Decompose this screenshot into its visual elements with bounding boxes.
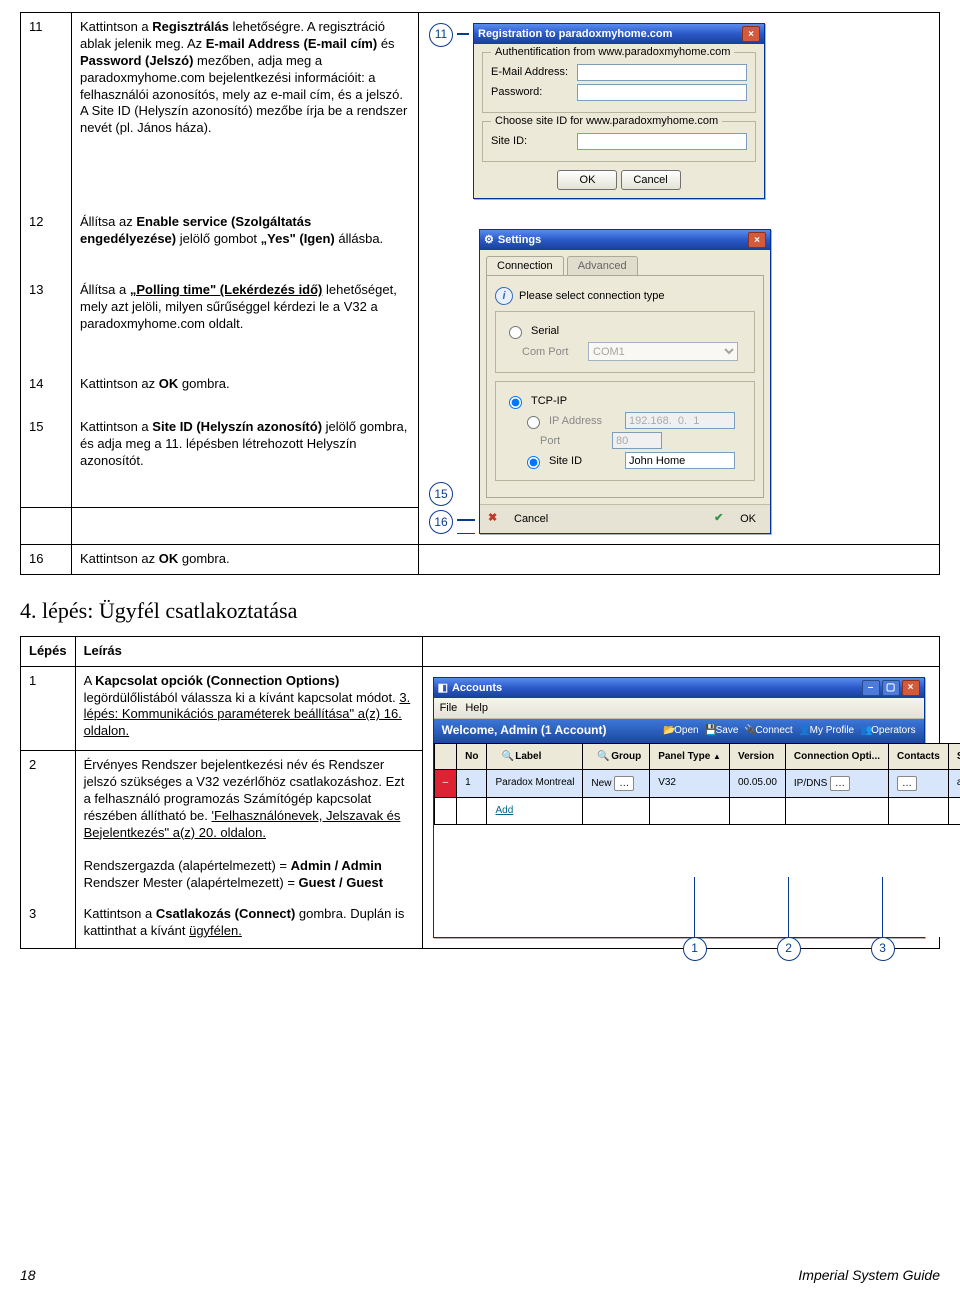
step-num: 16 (21, 545, 72, 575)
table-row-add[interactable]: Add (434, 797, 960, 824)
step-num: 14 (21, 370, 72, 413)
step-num: 15 (21, 413, 72, 507)
step-desc: Kattintson az OK gombra. (72, 370, 419, 413)
email-label: E-Mail Address: (491, 65, 571, 79)
callout-11: 11 (429, 23, 453, 47)
ip-field (625, 412, 735, 429)
minimize-icon[interactable]: – (862, 680, 880, 696)
step-num: 13 (21, 276, 72, 370)
open-icon: 📂 (663, 724, 674, 737)
step-desc: Kattintson az OK gombra. (72, 545, 419, 575)
footer-title: Imperial System Guide (798, 1266, 940, 1284)
col-desc: Leírás (75, 636, 422, 666)
callout-2: 2 (777, 937, 801, 961)
step-num: 1 (21, 666, 76, 750)
siteid-input[interactable] (625, 452, 735, 469)
save-icon: 💾 (705, 724, 716, 737)
connect-button[interactable]: 🔌Connect (744, 724, 792, 737)
menu-file[interactable]: File (440, 701, 458, 715)
settings-window: ⚙ Settings × Connection Advanced i (479, 229, 771, 534)
step-desc: A Kapcsolat opciók (Connection Options) … (75, 666, 422, 750)
step-desc-extra: Rendszergazda (alapértelmezett) = Admin … (75, 852, 422, 900)
siteid-field[interactable] (577, 133, 747, 150)
connect-icon: 🔌 (744, 724, 755, 737)
steps-table-b: Lépés Leírás 1 A Kapcsolat opciók (Conne… (20, 636, 940, 949)
step-num: 3 (21, 900, 76, 948)
callout-15: 15 (429, 482, 453, 506)
profile-icon: 👤 (799, 724, 810, 737)
col-step: Lépés (21, 636, 76, 666)
serial-radio[interactable] (509, 326, 522, 339)
page-number: 18 (20, 1266, 36, 1284)
email-field[interactable] (577, 64, 747, 81)
cancel-button[interactable]: Cancel (508, 509, 554, 529)
tcpip-radio[interactable] (509, 396, 522, 409)
section-title: 4. lépés: Ügyfél csatlakoztatása (20, 597, 940, 626)
ok-icon: ✔ (714, 511, 730, 527)
close-icon[interactable]: × (742, 26, 760, 42)
port-field (612, 432, 662, 449)
cancel-icon: ✖ (488, 511, 504, 527)
dropdown-icon[interactable]: … (897, 776, 917, 791)
cancel-button[interactable]: Cancel (621, 170, 681, 190)
password-field[interactable] (577, 84, 747, 101)
window-title: Accounts (452, 681, 502, 695)
close-icon[interactable]: × (902, 680, 920, 696)
ok-button[interactable]: OK (557, 170, 617, 190)
app-icon: ◧ (438, 681, 448, 695)
info-icon: i (495, 287, 513, 305)
password-label: Password: (491, 85, 571, 99)
gear-icon: ⚙ (484, 233, 494, 247)
step-desc: Állítsa az Enable service (Szolgáltatás … (72, 208, 419, 276)
tab-connection[interactable]: Connection (486, 256, 564, 275)
step-desc: Érvényes Rendszer bejelentkezési név és … (75, 751, 422, 853)
tab-advanced[interactable]: Advanced (567, 256, 638, 275)
maximize-icon[interactable]: ▢ (882, 680, 900, 696)
siteid-label: Site ID: (491, 134, 571, 148)
window-title: Registration to paradoxmyhome.com (478, 27, 672, 41)
callout-16: 16 (429, 510, 453, 534)
callout-1: 1 (683, 937, 707, 961)
save-button[interactable]: 💾Save (705, 724, 739, 737)
step-num: 12 (21, 208, 72, 276)
window-title: Settings (498, 233, 541, 247)
screenshot-cell-1: 11 Registration to paradoxmyhome.com × A… (419, 13, 940, 545)
comport-select: COM1 (588, 342, 738, 361)
profile-button[interactable]: 👤My Profile (799, 724, 854, 737)
step-desc: Kattintson a Csatlakozás (Connect) gombr… (75, 900, 422, 948)
siteid-radio[interactable] (527, 456, 540, 469)
ok-button[interactable]: OK (734, 509, 762, 529)
registration-window: Registration to paradoxmyhome.com × Auth… (473, 23, 765, 199)
operators-button[interactable]: 👥Operators (860, 724, 915, 737)
operators-icon: 👥 (860, 724, 871, 737)
open-button[interactable]: 📂Open (663, 724, 698, 737)
ipaddress-radio[interactable] (527, 416, 540, 429)
dropdown-icon[interactable]: … (614, 776, 634, 791)
step-desc: Állítsa a „Polling time" (Lekérdezés idő… (72, 276, 419, 370)
step-desc: Kattintson a Regisztrálás lehetőségre. A… (72, 13, 419, 208)
welcome-text: Welcome, Admin (1 Account) (442, 723, 607, 739)
step-desc: Kattintson a Site ID (Helyszín azonosító… (72, 413, 419, 507)
row-delete-icon[interactable]: – (434, 769, 457, 797)
callout-3: 3 (871, 937, 895, 961)
close-icon[interactable]: × (748, 232, 766, 248)
screenshot-cell-3: ◧ Accounts – ▢ × File Help Welcome, Admi… (422, 666, 939, 948)
step-num: 11 (21, 13, 72, 208)
dropdown-icon[interactable]: … (830, 776, 850, 791)
step-num: 2 (21, 751, 76, 853)
menu-help[interactable]: Help (465, 701, 488, 715)
steps-table-a: 11 Kattintson a Regisztrálás lehetőségre… (20, 12, 940, 575)
table-row[interactable]: – 1 Paradox Montreal New … V32 00.05.00 … (434, 769, 960, 797)
